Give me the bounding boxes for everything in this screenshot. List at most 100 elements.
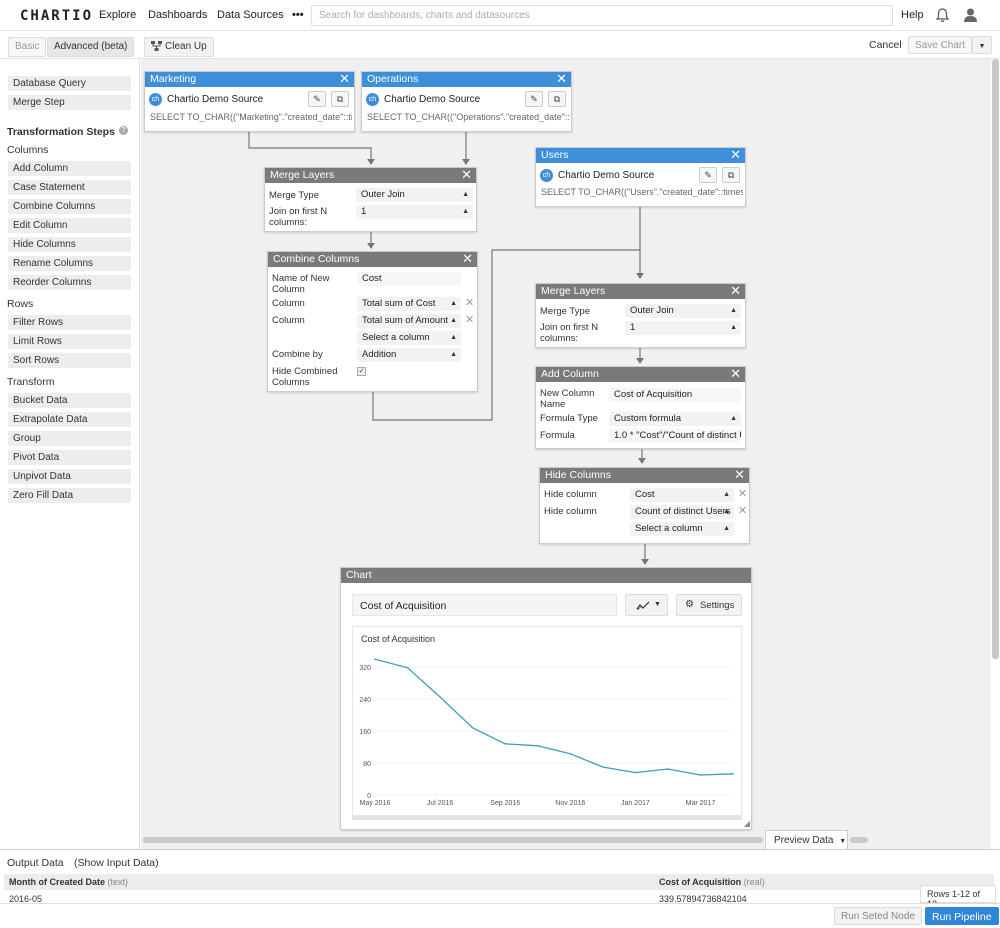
sidebar-item-rename-columns[interactable]: Rename Columns bbox=[8, 256, 131, 271]
duplicate-icon[interactable]: ⧉ bbox=[548, 91, 566, 107]
sidebar-item-zero-fill-data[interactable]: Zero Fill Data bbox=[8, 488, 131, 503]
nav-more[interactable]: ••• bbox=[292, 9, 304, 21]
sidebar-item-sort-rows[interactable]: Sort Rows bbox=[8, 353, 131, 368]
vertical-scrollbar[interactable] bbox=[992, 59, 999, 659]
duplicate-icon[interactable]: ⧉ bbox=[331, 91, 349, 107]
sidebar-item-database-query[interactable]: Database Query bbox=[8, 76, 131, 91]
formula-type-select[interactable]: Custom formula ▲ bbox=[609, 412, 741, 426]
hide-column-select-3[interactable]: Select a column ▲ bbox=[630, 522, 734, 536]
column-select-2[interactable]: Total sum of Amount ▲ bbox=[357, 314, 461, 328]
help-icon[interactable]: ? bbox=[119, 126, 128, 135]
sidebar-item-hide-columns[interactable]: Hide Columns bbox=[8, 237, 131, 252]
basic-mode-tab[interactable]: Basic bbox=[8, 37, 47, 57]
node-chart[interactable]: Chart Cost of Acquisition ▼ ⚙ Settings C… bbox=[340, 567, 752, 830]
close-icon[interactable]: ✕ bbox=[556, 72, 567, 86]
sidebar-item-group[interactable]: Group bbox=[8, 431, 131, 446]
close-icon[interactable]: ✕ bbox=[461, 168, 472, 182]
close-icon[interactable]: ✕ bbox=[339, 72, 350, 86]
hide-combined-checkbox[interactable]: ✓ bbox=[357, 367, 366, 376]
node-add-column[interactable]: Add Column ✕ New Column Name Cost of Acqu… bbox=[535, 366, 746, 449]
remove-icon[interactable]: ✕ bbox=[465, 313, 474, 326]
merge-type-select[interactable]: Outer Join ▲ bbox=[625, 304, 741, 318]
chart-settings-button[interactable]: ⚙ Settings bbox=[676, 594, 742, 616]
node-hide-columns[interactable]: Hide Columns ✕ Hide column Cost ▲ ✕ Hide c… bbox=[539, 467, 750, 544]
pipeline-canvas[interactable]: Marketing ✕ ch Chartio Demo Source ✎ ⧉ SE… bbox=[141, 59, 999, 850]
save-chart-button[interactable]: Save Chart bbox=[908, 36, 973, 54]
close-icon[interactable]: ✕ bbox=[462, 252, 473, 266]
table-header: Month of Created Date (text) Cost of Acq… bbox=[4, 874, 994, 890]
resize-handle-icon[interactable]: ◢ bbox=[744, 819, 750, 828]
node-users[interactable]: Users ✕ ch Chartio Demo Source ✎ ⧉ SELECT… bbox=[535, 147, 746, 207]
bell-icon[interactable] bbox=[936, 8, 949, 23]
new-column-name-input[interactable]: Cost bbox=[357, 272, 461, 286]
search-input[interactable]: Search for dashboards, charts and dataso… bbox=[311, 5, 893, 26]
edit-icon[interactable]: ✎ bbox=[699, 167, 717, 183]
sidebar-item-reorder-columns[interactable]: Reorder Columns bbox=[8, 275, 131, 290]
sidebar-item-case-statement[interactable]: Case Statement bbox=[8, 180, 131, 195]
sidebar-item-limit-rows[interactable]: Limit Rows bbox=[8, 334, 131, 349]
node-merge-layers-1[interactable]: Merge Layers ✕ Merge Type Outer Join ▲ Joi… bbox=[264, 167, 477, 232]
edit-icon[interactable]: ✎ bbox=[308, 91, 326, 107]
formula-input[interactable]: 1.0 * "Cost"/"Count of distinct U bbox=[609, 429, 741, 443]
column-header-month[interactable]: Month of Created Date (text) bbox=[9, 877, 128, 887]
chart-type-dropdown[interactable]: ▼ bbox=[625, 594, 668, 616]
new-column-name-input[interactable]: Cost of Acquisition bbox=[609, 388, 741, 402]
cleanup-button[interactable]: Clean Up bbox=[144, 37, 214, 57]
chart-title-input[interactable]: Cost of Acquisition bbox=[352, 594, 617, 616]
cancel-button[interactable]: Cancel bbox=[869, 39, 902, 51]
save-dropdown-button[interactable]: ▼ bbox=[972, 36, 992, 54]
run-selected-node-button[interactable]: Run Seted Node bbox=[834, 907, 922, 925]
duplicate-icon[interactable]: ⧉ bbox=[722, 167, 740, 183]
sidebar-item-bucket-data[interactable]: Bucket Data bbox=[8, 393, 131, 408]
datasource-icon: ch bbox=[149, 93, 162, 106]
combine-by-select[interactable]: Addition ▲ bbox=[357, 348, 461, 362]
node-combine-columns[interactable]: Combine Columns ✕ Name of New Column Cost… bbox=[267, 251, 478, 392]
sidebar-item-combine-columns[interactable]: Combine Columns bbox=[8, 199, 131, 214]
column-header-cost[interactable]: Cost of Acquisition (real) bbox=[659, 877, 765, 887]
horizontal-scrollbar-end[interactable] bbox=[850, 837, 868, 843]
rows-count-badge: Rows 1-12 of 12 bbox=[920, 885, 996, 909]
run-pipeline-button[interactable]: Run Pipeline bbox=[925, 907, 999, 925]
node-merge-layers-2[interactable]: Merge Layers ✕ Merge Type Outer Join ▲ Joi… bbox=[535, 283, 746, 348]
user-icon[interactable] bbox=[963, 8, 978, 22]
remove-icon[interactable]: ✕ bbox=[738, 504, 747, 517]
new-column-name-label: New Column Name bbox=[540, 388, 595, 410]
remove-icon[interactable]: ✕ bbox=[465, 296, 474, 309]
sidebar-item-edit-column[interactable]: Edit Column bbox=[8, 218, 131, 233]
node-operations[interactable]: Operations ✕ ch Chartio Demo Source ✎ ⧉ S… bbox=[361, 71, 572, 132]
nav-dashboards[interactable]: Dashboards bbox=[148, 9, 207, 21]
sidebar-item-add-column[interactable]: Add Column bbox=[8, 161, 131, 176]
column-select-1[interactable]: Total sum of Cost ▲ bbox=[357, 297, 461, 311]
column-select-3[interactable]: Select a column ▲ bbox=[357, 331, 461, 345]
close-icon[interactable]: ✕ bbox=[734, 468, 745, 482]
advanced-mode-tab[interactable]: Advanced (beta) bbox=[47, 37, 135, 57]
columns-heading: Columns bbox=[7, 144, 49, 156]
nav-data-sources[interactable]: Data Sources bbox=[217, 9, 284, 21]
chartio-logo[interactable]: CHARTIO bbox=[20, 8, 93, 24]
edit-icon[interactable]: ✎ bbox=[525, 91, 543, 107]
sidebar-item-extrapolate-data[interactable]: Extrapolate Data bbox=[8, 412, 131, 427]
preview-data-tab[interactable]: Preview Data ▼ bbox=[765, 830, 848, 850]
y-tick-label: 80 bbox=[363, 761, 371, 768]
nav-help[interactable]: Help bbox=[901, 9, 924, 21]
sidebar-item-unpivot-data[interactable]: Unpivot Data bbox=[8, 469, 131, 484]
hide-column-select-1[interactable]: Cost ▲ bbox=[630, 488, 734, 502]
sidebar-item-filter-rows[interactable]: Filter Rows bbox=[8, 315, 131, 330]
join-columns-select[interactable]: 1 ▲ bbox=[625, 321, 741, 335]
sidebar-item-merge-step[interactable]: Merge Step bbox=[8, 95, 131, 110]
remove-icon[interactable]: ✕ bbox=[738, 487, 747, 500]
x-tick-label: Jul 2016 bbox=[427, 800, 454, 807]
join-columns-select[interactable]: 1 ▲ bbox=[356, 205, 473, 219]
node-marketing[interactable]: Marketing ✕ ch Chartio Demo Source ✎ ⧉ SE… bbox=[144, 71, 355, 132]
sidebar-item-pivot-data[interactable]: Pivot Data bbox=[8, 450, 131, 465]
merge-type-select[interactable]: Outer Join ▲ bbox=[356, 188, 473, 202]
show-input-data-link[interactable]: (Show Input Data) bbox=[74, 857, 159, 869]
horizontal-scrollbar[interactable] bbox=[143, 837, 763, 843]
nav-explore[interactable]: Explore bbox=[99, 9, 136, 21]
output-data-tab[interactable]: Output Data bbox=[7, 857, 64, 869]
chart-scrollbar[interactable] bbox=[352, 816, 742, 820]
close-icon[interactable]: ✕ bbox=[730, 148, 741, 162]
close-icon[interactable]: ✕ bbox=[730, 367, 741, 381]
close-icon[interactable]: ✕ bbox=[730, 284, 741, 298]
hide-column-select-2[interactable]: Count of distinct Users ▲ bbox=[630, 505, 734, 519]
